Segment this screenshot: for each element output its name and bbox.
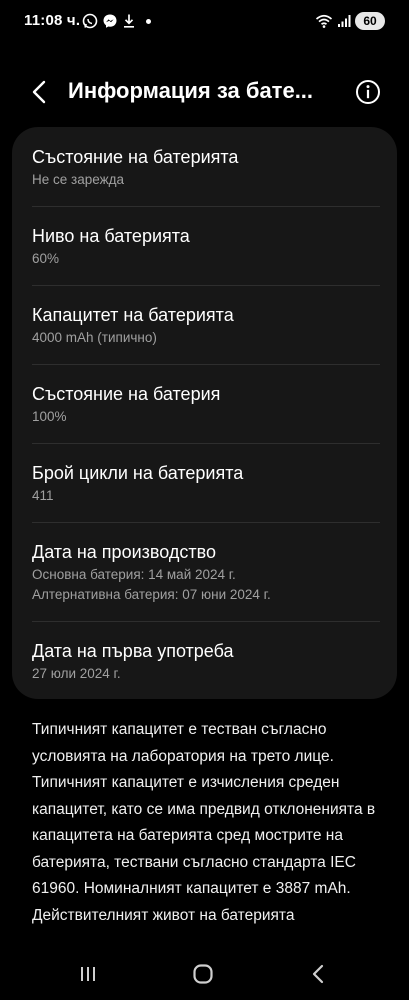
battery-info-card: Състояние на батерията Не се зарежда Нив…: [12, 127, 397, 699]
list-item-battery-level[interactable]: Ниво на батерията 60%: [32, 225, 380, 268]
item-title: Състояние на батерия: [32, 384, 221, 404]
list-item-first-use-date[interactable]: Дата на първа употреба 27 юли 2024 г.: [32, 640, 380, 683]
item-title: Ниво на батерията: [32, 226, 190, 246]
download-icon: [124, 14, 134, 28]
back-icon: [32, 80, 46, 104]
divider: [32, 522, 380, 523]
item-subtitle: 27 юли 2024 г.: [32, 666, 121, 681]
divider: [32, 443, 380, 444]
divider: [32, 364, 380, 365]
messenger-icon: [103, 14, 117, 28]
list-item-cycle-count[interactable]: Брой цикли на батерията 411: [32, 462, 380, 505]
item-title: Състояние на батерията: [32, 147, 239, 167]
status-notification-icons: [82, 11, 151, 31]
capacity-description: Типичният капацитет е тестван съгласно у…: [32, 721, 376, 924]
divider: [32, 621, 380, 622]
whatsapp-icon: [82, 13, 98, 29]
item-title: Капацитет на батерията: [32, 305, 234, 325]
list-item-manufacture-date[interactable]: Дата на производство Основна батерия: 14…: [32, 541, 380, 604]
item-subtitle: 411: [32, 488, 54, 503]
status-time: 11:08 ч.: [24, 12, 81, 29]
wifi-icon: [315, 14, 333, 28]
navigation-bar: [0, 950, 409, 1000]
nav-back-icon: [312, 964, 324, 984]
recents-icon: [81, 967, 95, 981]
item-subtitle: Основна батерия: 14 май 2024 г.: [32, 567, 236, 582]
item-subtitle-secondary: Алтернативна батерия: 07 юни 2024 г.: [32, 587, 271, 602]
divider: [32, 285, 380, 286]
home-icon: [193, 964, 213, 984]
home-button[interactable]: [183, 960, 223, 988]
list-item-battery-health[interactable]: Състояние на батерия 100%: [32, 383, 380, 426]
item-subtitle: 4000 mAh (типично): [32, 330, 157, 345]
header: Информация за бате...: [0, 60, 409, 124]
item-title: Дата на първа употреба: [32, 641, 234, 661]
info-button[interactable]: [355, 79, 381, 105]
page-title: Информация за бате...: [68, 78, 314, 103]
item-title: Брой цикли на батерията: [32, 463, 244, 483]
notification-dot: [146, 18, 151, 24]
item-subtitle: Не се зарежда: [32, 172, 124, 187]
battery-icon: 60: [355, 12, 385, 30]
nav-back-button[interactable]: [298, 960, 338, 988]
list-item-battery-status[interactable]: Състояние на батерията Не се зарежда: [32, 146, 380, 189]
item-subtitle: 60%: [32, 251, 60, 266]
back-button[interactable]: [26, 76, 54, 108]
recents-button[interactable]: [68, 960, 108, 988]
info-icon: [356, 80, 380, 104]
divider: [32, 206, 380, 207]
status-bar: 11:08 ч. 60: [0, 0, 409, 42]
status-system-icons: 60: [315, 11, 385, 31]
item-title: Дата на производство: [32, 542, 216, 562]
item-subtitle: 100%: [32, 409, 67, 424]
signal-icon: [338, 15, 351, 27]
list-item-battery-capacity[interactable]: Капацитет на батерията 4000 mAh (типично…: [32, 304, 380, 347]
